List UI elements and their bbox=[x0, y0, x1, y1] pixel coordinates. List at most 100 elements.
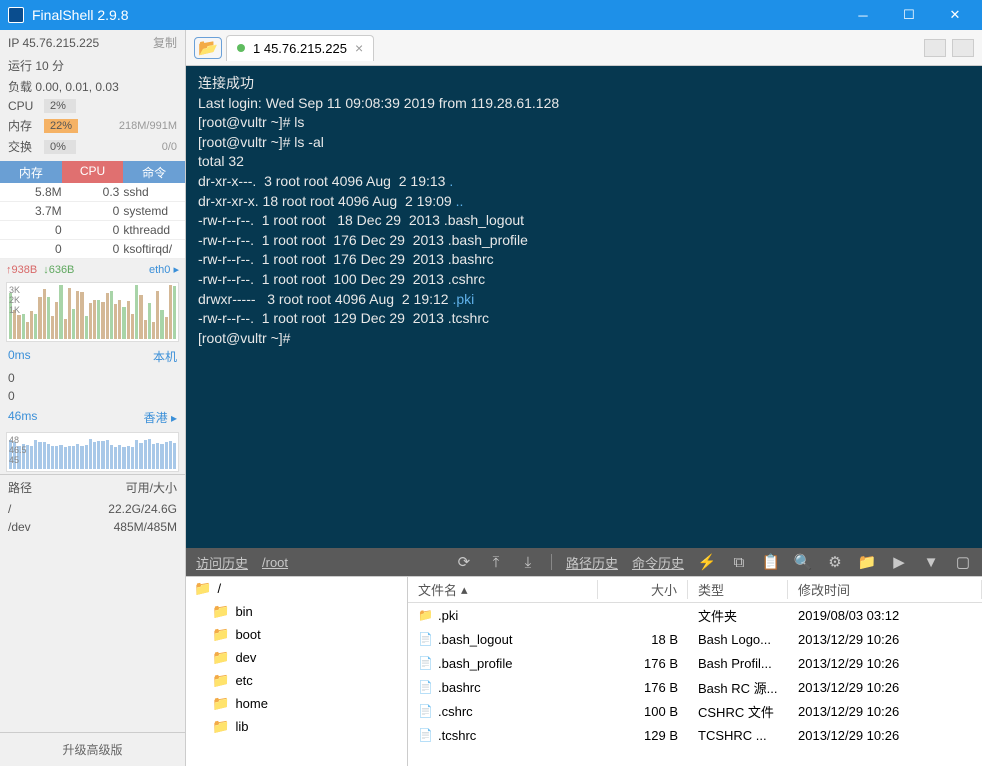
maximize-button[interactable]: ☐ bbox=[886, 0, 932, 30]
directory-tree[interactable]: 📁/ 📁bin📁boot📁dev📁etc📁home📁lib bbox=[186, 577, 408, 766]
file-row[interactable]: 📄.bashrc176 BBash RC 源...2013/12/29 10:2… bbox=[408, 675, 982, 699]
process-row[interactable]: 00ksoftirqd/ bbox=[0, 240, 185, 259]
load-text: 负载 0.00, 0.01, 0.03 bbox=[8, 78, 119, 95]
file-row[interactable]: 📄.bash_profile176 BBash Profil...2013/12… bbox=[408, 651, 982, 675]
download-icon[interactable]: ⤓ bbox=[519, 553, 537, 571]
folder-icon: 📁 bbox=[212, 603, 229, 620]
net-iface-selector[interactable]: eth0 ▸ bbox=[149, 263, 179, 276]
file-row[interactable]: 📄.cshrc100 BCSHRC 文件2013/12/29 10:26 bbox=[408, 699, 982, 723]
close-button[interactable]: ✕ bbox=[932, 0, 978, 30]
folder-icon: 📁 bbox=[212, 649, 229, 666]
disk-header-path: 路径 bbox=[8, 479, 58, 496]
folder-icon: 📁 bbox=[212, 626, 229, 643]
file-row[interactable]: 📄.bash_logout18 BBash Logo...2013/12/29 … bbox=[408, 627, 982, 651]
latency2-value: 46ms bbox=[8, 409, 37, 426]
bottom-toolbar: 访问历史 /root ⟳ ⤒ ⤓ 路径历史 命令历史 ⚡ ⧉ 📋 🔍 ⚙ 📁 ▶… bbox=[186, 548, 982, 576]
session-tab[interactable]: 1 45.76.215.225 × bbox=[226, 35, 374, 61]
file-list: 文件名 ▴ 大小 类型 修改时间 📁.pki文件夹2019/08/03 03:1… bbox=[408, 577, 982, 766]
app-logo-icon bbox=[8, 7, 24, 23]
file-icon: 📄 bbox=[418, 656, 432, 670]
visit-history-link[interactable]: 访问历史 bbox=[196, 553, 248, 572]
tab-label: 1 45.76.215.225 bbox=[253, 41, 347, 56]
swap-percent: 0% bbox=[44, 140, 76, 154]
disk-row: /22.2G/24.6G bbox=[0, 500, 185, 518]
cpu-percent: 2% bbox=[44, 99, 76, 113]
play-icon[interactable]: ▶ bbox=[890, 553, 908, 571]
folder-open-icon[interactable]: 📁 bbox=[858, 553, 876, 571]
col-name[interactable]: 文件名 ▴ bbox=[408, 580, 598, 599]
latency1-loc[interactable]: 本机 bbox=[153, 348, 177, 365]
file-panels: 📁/ 📁bin📁boot📁dev📁etc📁home📁lib 文件名 ▴ 大小 类… bbox=[186, 576, 982, 766]
disk-row: /dev485M/485M bbox=[0, 518, 185, 536]
copy-ip-button[interactable]: 复制 bbox=[153, 34, 177, 51]
proc-tab-mem[interactable]: 内存 bbox=[0, 161, 62, 183]
network-chart: 3K2K1K bbox=[6, 282, 179, 342]
cmd-history-link[interactable]: 命令历史 bbox=[632, 553, 684, 572]
proc-tab-cmd[interactable]: 命令 bbox=[123, 161, 185, 183]
tree-root[interactable]: 📁/ bbox=[186, 577, 407, 600]
col-type[interactable]: 类型 bbox=[688, 580, 788, 599]
folder-icon: 📁 bbox=[418, 608, 432, 622]
file-icon: 📄 bbox=[418, 728, 432, 742]
minimize-button[interactable]: ─ bbox=[840, 0, 886, 30]
folder-icon: 📁 bbox=[212, 695, 229, 712]
proc-tab-cpu[interactable]: CPU bbox=[62, 161, 124, 183]
swap-detail: 0/0 bbox=[162, 141, 177, 153]
process-row[interactable]: 00kthreadd bbox=[0, 221, 185, 240]
fullscreen-icon[interactable]: ▢ bbox=[954, 553, 972, 571]
gear-icon[interactable]: ⚙ bbox=[826, 553, 844, 571]
tree-node[interactable]: 📁etc bbox=[186, 669, 407, 692]
terminal[interactable]: 连接成功Last login: Wed Sep 11 09:08:39 2019… bbox=[186, 66, 982, 548]
file-icon: 📄 bbox=[418, 632, 432, 646]
mem-label: 内存 bbox=[8, 117, 38, 134]
tab-bar: 📂 1 45.76.215.225 × bbox=[186, 30, 982, 66]
sidebar: IP 45.76.215.225 复制 运行 10 分 负载 0.00, 0.0… bbox=[0, 30, 186, 766]
col-modified[interactable]: 修改时间 bbox=[788, 580, 982, 599]
uptime-text: 运行 10 分 bbox=[8, 57, 64, 74]
process-row[interactable]: 5.8M0.3sshd bbox=[0, 183, 185, 202]
file-list-header: 文件名 ▴ 大小 类型 修改时间 bbox=[408, 577, 982, 603]
latency-chart: 4846.545 bbox=[6, 432, 179, 472]
latency1-value: 0ms bbox=[8, 348, 31, 365]
folder-icon: 📁 bbox=[212, 672, 229, 689]
tree-node[interactable]: 📁boot bbox=[186, 623, 407, 646]
tree-node[interactable]: 📁bin bbox=[186, 600, 407, 623]
latency2-loc[interactable]: 香港 ▸ bbox=[144, 409, 177, 426]
file-icon: 📄 bbox=[418, 680, 432, 694]
bolt-icon[interactable]: ⚡ bbox=[698, 553, 716, 571]
down-icon[interactable]: ▼ bbox=[922, 553, 940, 571]
app-title: FinalShell 2.9.8 bbox=[32, 7, 840, 23]
tree-node[interactable]: 📁dev bbox=[186, 646, 407, 669]
tab-close-icon[interactable]: × bbox=[355, 40, 363, 56]
refresh-icon[interactable]: ⟳ bbox=[455, 553, 473, 571]
file-row[interactable]: 📁.pki文件夹2019/08/03 03:12 bbox=[408, 603, 982, 627]
process-table: 5.8M0.3sshd3.7M0systemd00kthreadd00ksoft… bbox=[0, 183, 185, 259]
tree-node[interactable]: 📁lib bbox=[186, 715, 407, 738]
mem-percent: 22% bbox=[44, 119, 78, 133]
tree-node[interactable]: 📁home bbox=[186, 692, 407, 715]
net-down: ↓636B bbox=[43, 264, 74, 276]
current-path[interactable]: /root bbox=[262, 555, 288, 570]
upgrade-button[interactable]: 升级高级版 bbox=[0, 732, 185, 766]
folder-icon: 📁 bbox=[194, 580, 211, 597]
search-icon[interactable]: 🔍 bbox=[794, 553, 812, 571]
copy-icon[interactable]: ⧉ bbox=[730, 553, 748, 571]
paste-icon[interactable]: 📋 bbox=[762, 553, 780, 571]
open-folder-icon[interactable]: 📂 bbox=[194, 37, 222, 59]
mem-detail: 218M/991M bbox=[119, 120, 177, 132]
status-dot-icon bbox=[237, 44, 245, 52]
folder-icon: 📁 bbox=[212, 718, 229, 735]
col-size[interactable]: 大小 bbox=[598, 580, 688, 599]
path-history-link[interactable]: 路径历史 bbox=[566, 553, 618, 572]
view-grid-icon[interactable] bbox=[924, 39, 946, 57]
title-bar: FinalShell 2.9.8 ─ ☐ ✕ bbox=[0, 0, 982, 30]
sort-asc-icon: ▴ bbox=[461, 582, 468, 598]
upload-icon[interactable]: ⤒ bbox=[487, 553, 505, 571]
file-icon: 📄 bbox=[418, 704, 432, 718]
file-row[interactable]: 📄.tcshrc129 BTCSHRC ...2013/12/29 10:26 bbox=[408, 723, 982, 747]
view-list-icon[interactable] bbox=[952, 39, 974, 57]
cpu-label: CPU bbox=[8, 99, 38, 113]
process-tabs: 内存 CPU 命令 bbox=[0, 161, 185, 183]
process-row[interactable]: 3.7M0systemd bbox=[0, 202, 185, 221]
ip-label: IP 45.76.215.225 bbox=[8, 36, 99, 50]
